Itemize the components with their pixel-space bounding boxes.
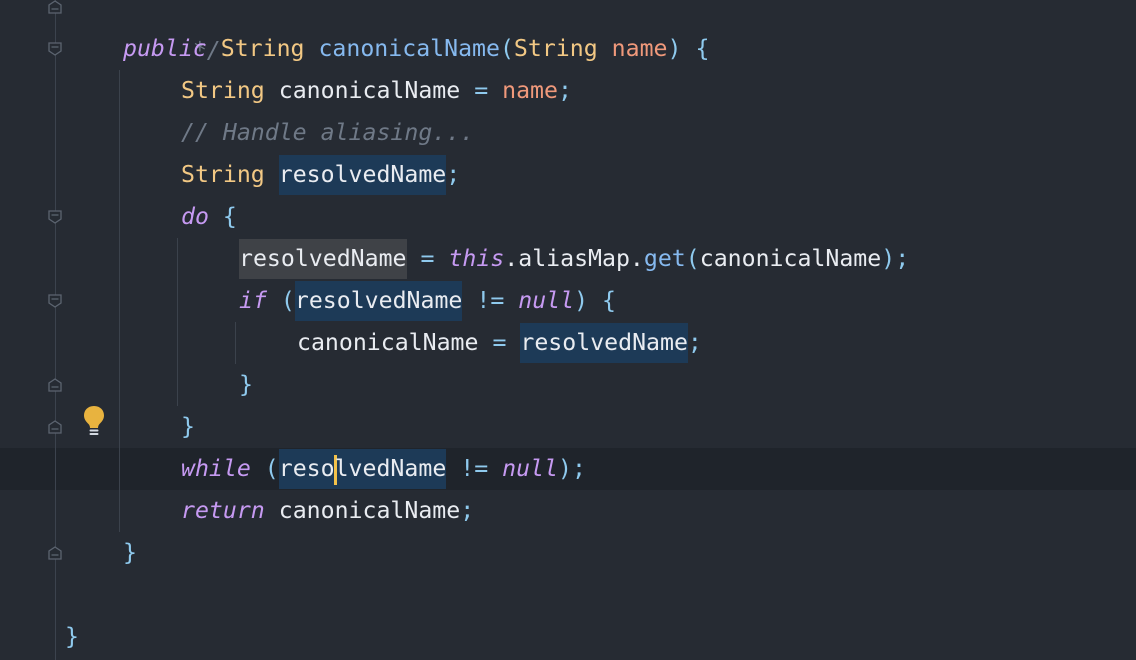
paren-token: ( [264,455,279,482]
code-line[interactable]: } [123,532,137,574]
brace-token: { [602,287,616,314]
code-line[interactable]: if (resolvedName != null) { [239,280,616,322]
code-line[interactable]: } [239,364,253,406]
indent-guide [235,322,236,364]
lightbulb-icon[interactable] [81,404,107,438]
brace-token: } [123,539,137,566]
code-line[interactable]: */ [137,0,221,64]
parameter-token: name [611,35,668,62]
fold-marker-icon[interactable] [48,294,62,308]
type-token: String [513,35,598,62]
modifier-keyword: public [123,35,207,62]
paren-token: ( [685,245,700,272]
variable-write-highlight: resolvedName [239,239,407,279]
paren-token: ( [280,287,295,314]
fold-marker-icon[interactable] [48,378,62,392]
semicolon-token: ; [557,77,572,104]
editor-gutter [0,0,108,660]
operator-token: != [460,455,489,482]
operator-token: != [476,287,505,314]
method-call-token: get [643,245,686,272]
code-line[interactable]: } [181,406,195,448]
variable-token: canonicalName [699,245,882,272]
code-line[interactable]: canonicalName = resolvedName; [297,322,702,364]
variable-usage-highlight: resolvedName [520,323,688,363]
paren-token: ); [557,455,586,482]
variable-token-part: reso [278,455,335,482]
comment-token: // Handle aliasing... [181,119,475,146]
brace-token: { [222,203,237,230]
keyword-token: return [181,497,265,524]
variable-token-part: lvedName [334,455,447,482]
semicolon-token: ; [687,329,702,356]
brace-token: } [239,371,253,398]
fold-marker-icon[interactable] [48,420,62,434]
paren-token: ) [574,287,589,314]
brace-token: } [181,413,195,440]
paren-token: ( [499,35,514,62]
type-token: String [220,35,305,62]
code-line[interactable]: // Handle aliasing... [181,112,474,154]
code-line[interactable]: resolvedName = this.aliasMap.get(canonic… [239,238,909,280]
fold-marker-icon[interactable] [48,0,62,14]
operator-token: = [474,77,489,104]
fold-marker-icon[interactable] [48,210,62,224]
keyword-token: do [181,203,209,230]
parameter-token: name [502,77,558,104]
indent-guide [119,70,120,532]
paren-token: ) [667,35,682,62]
fold-guide-line [55,0,56,660]
indent-guide [177,238,178,406]
field-token: .aliasMap. [504,245,644,272]
code-line[interactable]: String resolvedName; [181,154,460,196]
variable-token: canonicalName [278,77,461,104]
code-line[interactable]: public String canonicalName(String name)… [123,28,709,70]
keyword-token: while [181,455,251,482]
variable-usage-highlight: resolvedName [278,449,447,489]
type-token: String [181,161,265,188]
method-name: canonicalName [318,35,500,62]
keyword-token: null [502,455,558,482]
fold-marker-icon[interactable] [48,42,62,56]
operator-token: = [492,329,507,356]
variable-token: canonicalName [278,497,461,524]
semicolon-token: ; [446,161,461,188]
code-line[interactable]: } [65,616,79,658]
brace-token: { [695,35,710,62]
semicolon-token: ; [460,497,475,524]
operator-token: = [420,245,435,272]
brace-token: } [65,623,79,650]
keyword-token: this [448,245,505,272]
code-line[interactable]: return canonicalName; [181,490,474,532]
code-line-current[interactable]: while (resolvedName != null); [181,448,586,490]
paren-token: ); [881,245,910,272]
keyword-token: if [239,287,267,314]
keyword-token: null [518,287,575,314]
variable-token: canonicalName [297,329,479,356]
code-line[interactable]: String canonicalName = name; [181,70,572,112]
code-editor[interactable]: */ public String canonicalName(String na… [0,0,1136,660]
fold-marker-icon[interactable] [48,546,62,560]
type-token: String [181,77,265,104]
variable-usage-highlight: resolvedName [278,155,447,195]
code-line[interactable]: do { [181,196,237,238]
variable-usage-highlight: resolvedName [294,281,463,321]
